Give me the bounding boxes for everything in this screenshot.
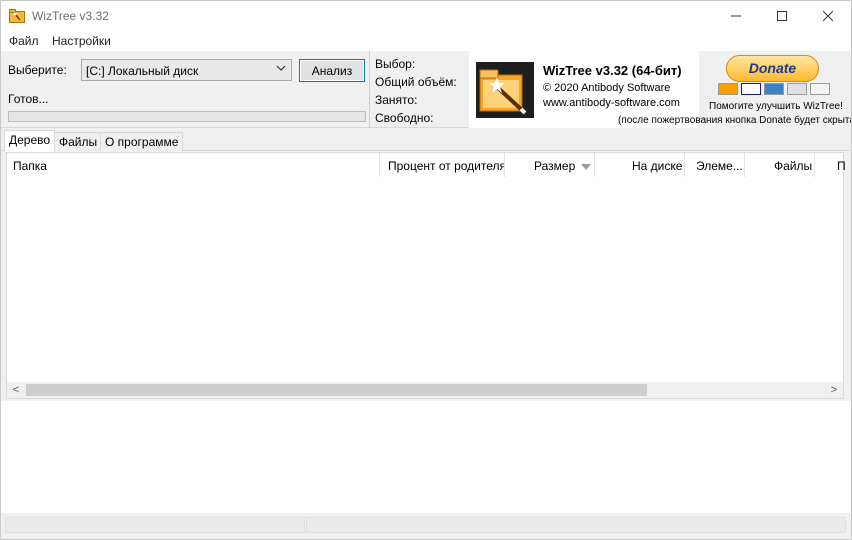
visa-icon <box>741 83 761 95</box>
column-header-on-disk[interactable]: На диске <box>632 153 685 177</box>
folder-tree-table[interactable]: Папка Процент от родителя Размер На диск… <box>6 152 845 399</box>
column-header-percent[interactable]: Процент от родителя <box>388 153 504 177</box>
column-header-folder[interactable]: Папка <box>13 153 378 177</box>
analyze-button[interactable]: Анализ <box>299 59 365 82</box>
column-header-files[interactable]: Файлы <box>774 153 812 177</box>
bank-icon <box>810 83 830 95</box>
status-cell-right <box>306 517 846 533</box>
brand-website-link[interactable]: www.antibody-software.com <box>543 97 680 109</box>
maximize-button[interactable] <box>759 1 805 31</box>
column-header-items[interactable]: Элеме... <box>696 153 742 177</box>
info-free-label: Свободно: <box>375 111 434 125</box>
column-separator[interactable] <box>504 153 505 177</box>
donate-note: (после пожертвования кнопка Donate будет… <box>618 115 852 126</box>
wiztree-app-icon <box>9 9 25 23</box>
scan-progress-bar <box>8 111 366 122</box>
sort-descending-icon <box>581 163 592 170</box>
column-separator[interactable] <box>814 153 815 177</box>
info-selection-label: Выбор: <box>375 57 416 71</box>
tab-tree[interactable]: Дерево <box>4 130 56 152</box>
discover-icon <box>787 83 807 95</box>
column-header-size[interactable]: Размер <box>534 153 594 177</box>
tab-about[interactable]: О программе <box>100 132 184 151</box>
status-cell-left <box>5 517 305 533</box>
title-bar: WizTree v3.32 <box>1 1 851 31</box>
info-total-label: Общий объём: <box>375 75 457 89</box>
chevron-down-icon <box>276 65 286 71</box>
drive-select-label: Выберите: <box>8 63 67 77</box>
close-icon <box>823 11 833 21</box>
window-title: WizTree v3.32 <box>32 9 109 23</box>
tab-bar: Дерево Файлы О программе <box>1 129 851 152</box>
column-separator[interactable] <box>684 153 685 177</box>
minimize-button[interactable] <box>713 1 759 31</box>
tab-files[interactable]: Файлы <box>54 132 103 151</box>
info-used-label: Занято: <box>375 93 418 107</box>
scroll-left-icon[interactable]: < <box>9 384 23 396</box>
menu-bar: Файл Настройки <box>1 31 851 51</box>
drive-select-value: [C:] Локальный диск <box>86 64 199 78</box>
panel-divider <box>369 51 370 128</box>
maximize-icon <box>777 11 787 21</box>
horizontal-scrollbar[interactable]: < > <box>7 382 843 398</box>
status-bar <box>1 513 851 539</box>
menu-file[interactable]: Файл <box>9 34 39 48</box>
column-header-truncated[interactable]: П <box>837 153 845 177</box>
treemap-area[interactable] <box>1 401 851 513</box>
minimize-icon <box>731 15 741 17</box>
donate-button[interactable]: Donate <box>726 55 819 82</box>
menu-settings[interactable]: Настройки <box>52 34 111 48</box>
brand-title: WizTree v3.32 (64-бит) <box>543 63 682 78</box>
amex-icon <box>764 83 784 95</box>
wiztree-window: WizTree v3.32 Файл Настройки Выберите: [… <box>0 0 852 540</box>
mastercard-icon <box>718 83 738 95</box>
scrollbar-thumb[interactable] <box>26 384 647 396</box>
column-separator[interactable] <box>744 153 745 177</box>
status-text: Готов... <box>8 92 49 106</box>
brand-copyright: © 2020 Antibody Software <box>543 82 671 94</box>
column-separator[interactable] <box>594 153 595 177</box>
scroll-right-icon[interactable]: > <box>827 384 841 396</box>
column-separator[interactable] <box>379 153 380 177</box>
close-button[interactable] <box>805 1 851 31</box>
donate-help-text: Помогите улучшить WizTree! <box>709 101 843 112</box>
drive-select[interactable]: [C:] Локальный диск <box>81 59 292 81</box>
wiztree-logo-icon[interactable] <box>475 61 535 119</box>
